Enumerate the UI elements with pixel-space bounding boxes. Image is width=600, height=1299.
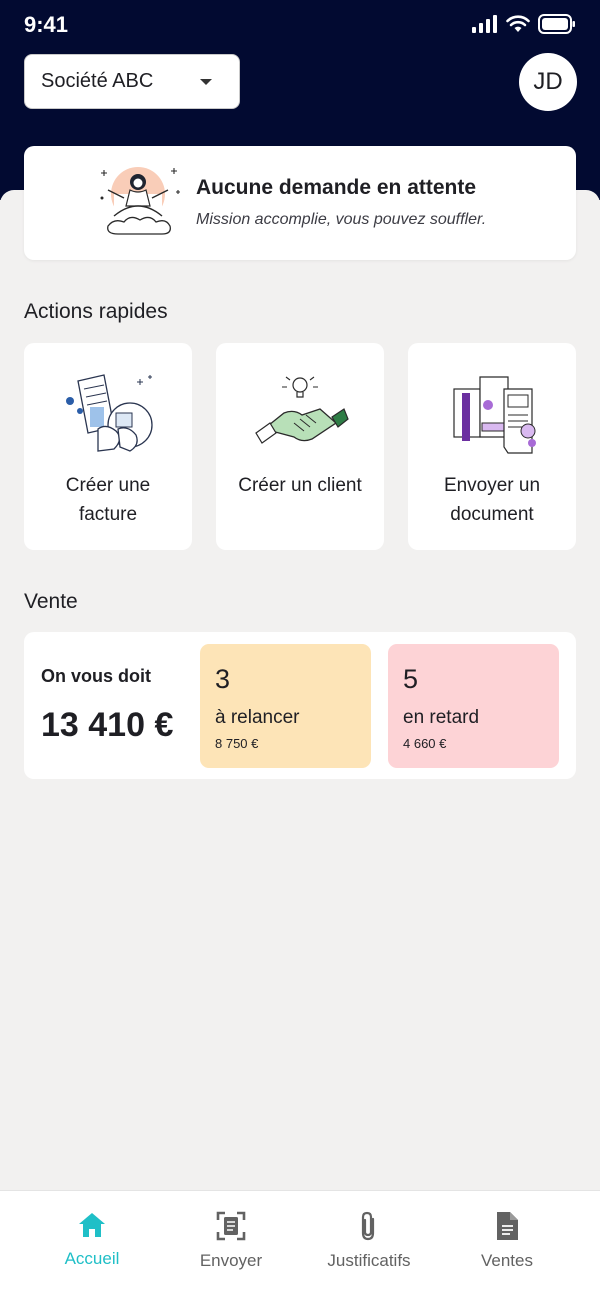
status-time: 9:41 [24, 12, 69, 37]
wifi-icon [506, 15, 530, 32]
pending-subtitle: Mission accomplie, vous pouvez souffler. [196, 211, 487, 228]
paperclip-icon [361, 1211, 375, 1241]
create-invoice-label: Créer une facture [65, 475, 151, 525]
to-remind-amount: 8 750 € [215, 736, 259, 751]
chevron-down-icon [200, 78, 212, 85]
owed-label: On vous doit [41, 666, 151, 686]
home-icon [79, 1213, 105, 1237]
send-document-card[interactable]: Envoyer un document [408, 343, 576, 550]
sales-title: Vente [24, 590, 78, 613]
to-remind-label: à relancer [215, 707, 300, 728]
quick-actions-title: Actions rapides [24, 300, 168, 323]
nav-label-receipts: Justificatifs [327, 1251, 411, 1270]
owed-amount: 13 410 € [41, 706, 174, 744]
create-client-label: Créer un client [238, 475, 362, 496]
pending-requests-card: Aucune demande en attente Mission accomp… [24, 146, 576, 260]
to-remind-count: 3 [215, 664, 231, 694]
company-selector[interactable]: Société ABC [24, 54, 240, 109]
meditation-illustration [100, 167, 180, 235]
signal-icon [472, 15, 497, 33]
nav-item-receipts[interactable]: Justificatifs [299, 1211, 439, 1271]
sales-card: On vous doit 13 410 € 3 à relancer 8 750… [24, 632, 576, 779]
nav-label-sales: Ventes [481, 1251, 533, 1270]
nav-item-home[interactable]: Accueil [22, 1211, 162, 1269]
nav-item-sales[interactable]: Ventes [437, 1211, 577, 1271]
nav-label-home: Accueil [64, 1249, 120, 1268]
company-name: Société ABC [41, 70, 154, 92]
to-remind-tile[interactable]: 3 à relancer 8 750 € [200, 644, 371, 768]
overdue-amount: 4 660 € [403, 736, 447, 751]
document-icon [497, 1212, 518, 1240]
documents-illustration [453, 376, 536, 454]
handshake-illustration [255, 376, 349, 444]
nav-label-send: Envoyer [199, 1251, 263, 1270]
create-client-card[interactable]: Créer un client [216, 343, 384, 550]
overdue-label: en retard [403, 707, 480, 728]
nav-item-send[interactable]: Envoyer [161, 1211, 301, 1271]
send-document-label: Envoyer un document [443, 475, 541, 525]
scan-document-icon [216, 1211, 246, 1241]
pending-title: Aucune demande en attente [196, 176, 477, 199]
invoice-illustration [66, 374, 153, 452]
avatar[interactable]: JD [519, 53, 577, 111]
create-invoice-card[interactable]: Créer une facture [24, 343, 192, 550]
overdue-count: 5 [403, 664, 419, 694]
status-icons [472, 14, 576, 34]
overdue-tile[interactable]: 5 en retard 4 660 € [388, 644, 559, 768]
battery-icon [538, 14, 575, 34]
bottom-nav: Accueil Envoyer Justificatifs Ventes [0, 1190, 600, 1299]
